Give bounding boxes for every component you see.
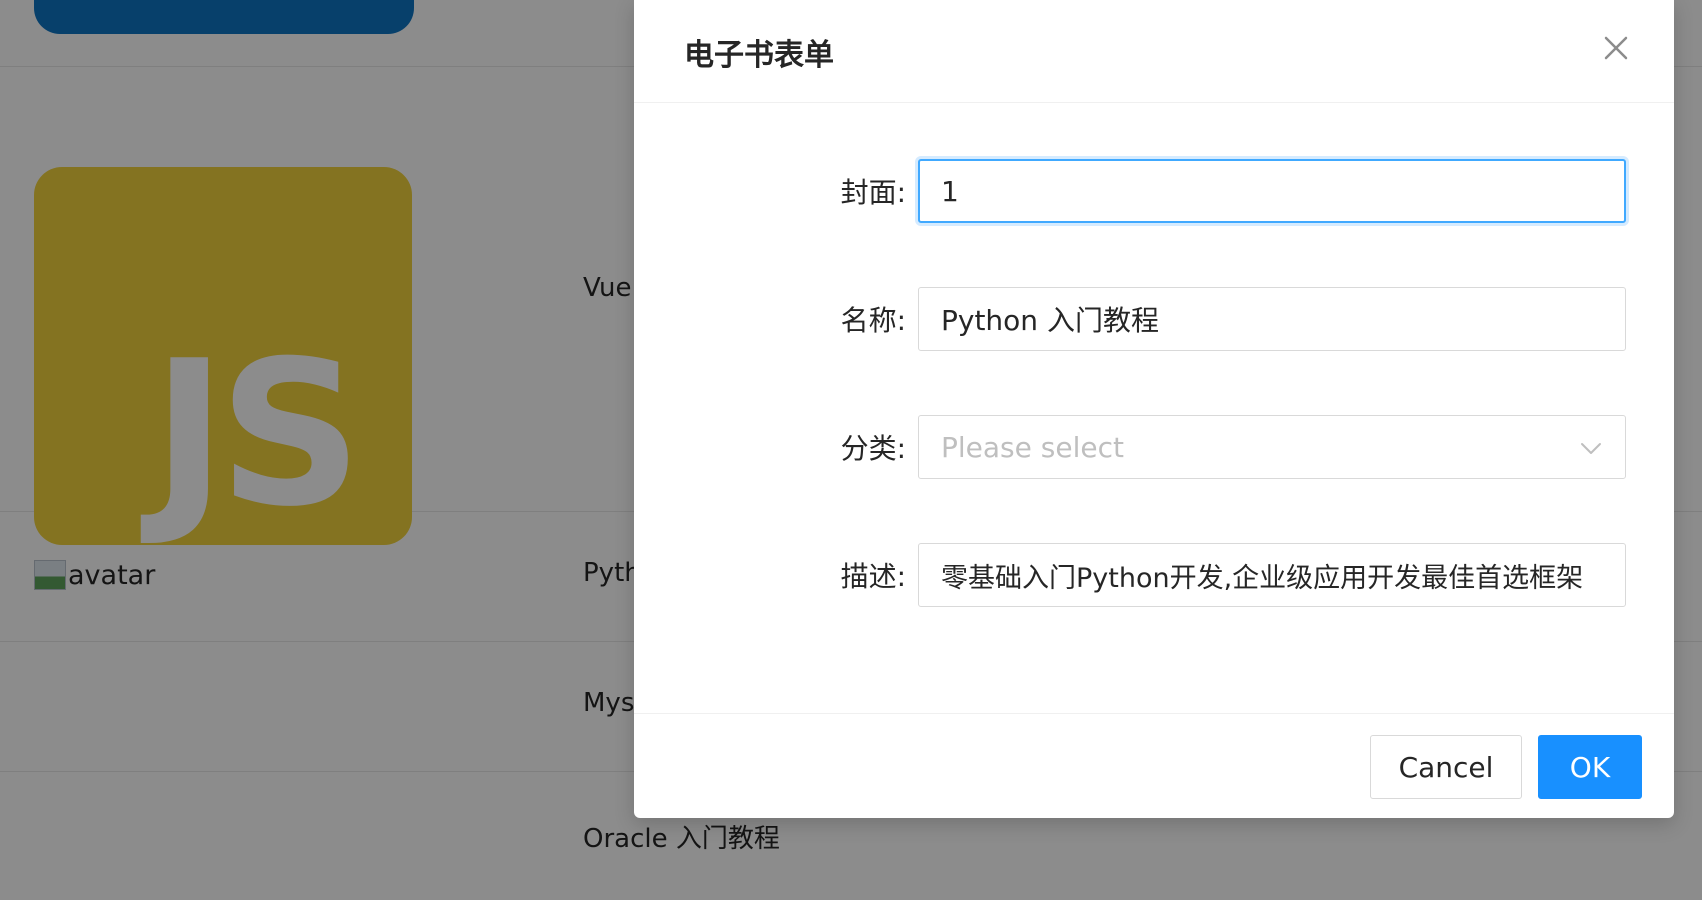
name-label: 名称: <box>840 304 906 337</box>
form-row-name: 名称: <box>634 287 1674 351</box>
name-input[interactable] <box>918 287 1626 351</box>
category-placeholder: Please select <box>941 430 1124 464</box>
modal-body: 封面: 名称: 分类: Please select 描述: 零基础入门Pytho… <box>634 103 1674 713</box>
modal-title: 电子书表单 <box>684 38 834 73</box>
form-row-description: 描述: 零基础入门Python开发,企业级应用开发最佳首选框架 <box>634 543 1674 607</box>
cover-label: 封面: <box>840 176 906 209</box>
category-select[interactable]: Please select <box>918 415 1626 479</box>
ok-button[interactable]: OK <box>1538 735 1642 799</box>
category-label: 分类: <box>840 432 906 465</box>
description-input[interactable]: 零基础入门Python开发,企业级应用开发最佳首选框架 <box>918 543 1626 607</box>
cancel-button[interactable]: Cancel <box>1370 735 1522 799</box>
cover-input[interactable] <box>918 159 1626 223</box>
close-icon[interactable] <box>1596 28 1636 68</box>
ebook-form-modal: 电子书表单 封面: 名称: 分类: Please select 描述: <box>634 0 1674 818</box>
modal-header: 电子书表单 <box>634 0 1674 103</box>
form-row-category: 分类: Please select <box>634 415 1674 479</box>
modal-footer: Cancel OK <box>634 713 1674 819</box>
chevron-down-icon <box>1581 443 1601 454</box>
form-row-cover: 封面: <box>634 159 1674 223</box>
description-label: 描述: <box>840 560 906 593</box>
